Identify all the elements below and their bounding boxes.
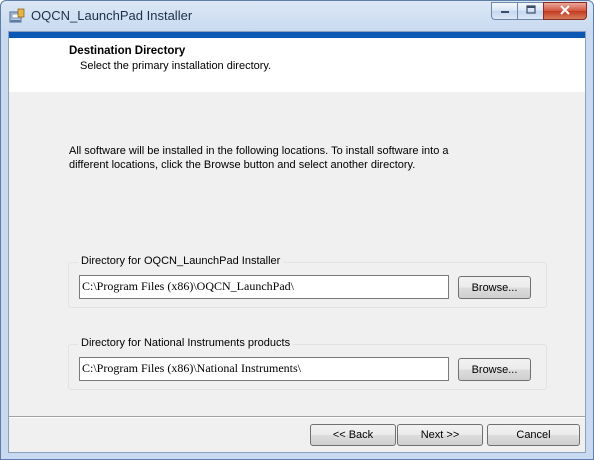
close-button[interactable] — [543, 2, 587, 20]
page-title: Destination Directory — [69, 45, 186, 57]
header-banner: Destination Directory Select the primary… — [9, 32, 585, 92]
maximize-button[interactable] — [517, 2, 543, 20]
installer-window: OQCN_LaunchPad Installer Destination Dir… — [0, 0, 594, 460]
installer-icon — [9, 8, 25, 24]
ni-directory-field[interactable]: C:\Program Files (x86)\National Instrume… — [79, 357, 449, 381]
minimize-button[interactable] — [491, 2, 517, 20]
close-icon — [560, 4, 570, 18]
group-ni-directory: Directory for National Instruments produ… — [68, 337, 547, 390]
group-label: Directory for OQCN_LaunchPad Installer — [78, 255, 284, 267]
launchpad-directory-field[interactable]: C:\Program Files (x86)\OQCN_LaunchPad\ — [79, 275, 449, 299]
page-subtitle: Select the primary installation director… — [80, 60, 272, 72]
browse-ni-button[interactable]: Browse... — [458, 358, 531, 381]
minimize-icon — [500, 5, 510, 17]
instructions-text: All software will be installed in the fo… — [69, 145, 449, 171]
group-launchpad-directory: Directory for OQCN_LaunchPad Installer C… — [68, 255, 547, 308]
cancel-button[interactable]: Cancel — [487, 424, 580, 446]
back-button[interactable]: << Back — [310, 424, 396, 446]
window-title: OQCN_LaunchPad Installer — [31, 8, 193, 23]
next-button[interactable]: Next >> — [397, 424, 483, 446]
group-label: Directory for National Instruments produ… — [78, 337, 294, 349]
maximize-icon — [525, 5, 536, 17]
title-bar[interactable]: OQCN_LaunchPad Installer — [1, 1, 593, 31]
browse-launchpad-button[interactable]: Browse... — [458, 276, 531, 299]
caption-buttons — [491, 2, 587, 22]
dialog-client-area: Destination Directory Select the primary… — [8, 31, 586, 453]
footer-separator — [9, 416, 585, 418]
